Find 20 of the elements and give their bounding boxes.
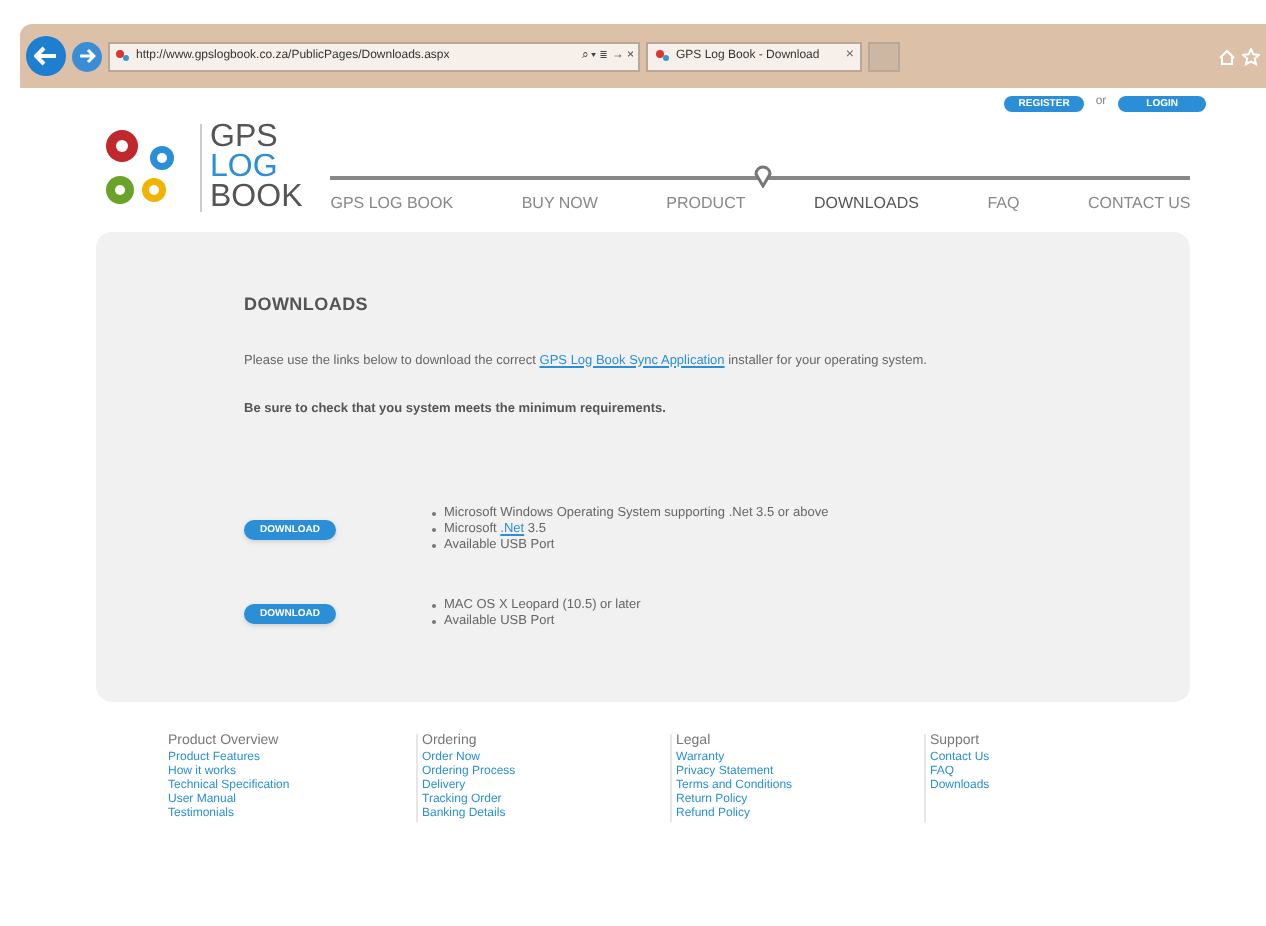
logo-text: BOOK	[210, 182, 303, 212]
site-icon	[114, 48, 130, 64]
map-pin-icon	[754, 164, 773, 188]
star-icon[interactable]	[1242, 47, 1260, 65]
nav-link[interactable]: GPS LOG BOOK	[330, 192, 454, 216]
logo-text: LOG	[210, 152, 278, 182]
nav-link[interactable]: PRODUCT	[666, 192, 746, 216]
arrow-right-icon	[78, 48, 96, 64]
nav-link[interactable]: BUY NOW	[521, 192, 598, 216]
new-tab-button[interactable]	[868, 41, 900, 71]
logo-text: GPS	[210, 122, 280, 152]
nav-link[interactable]: DOWNLOADS	[813, 192, 919, 216]
section-heading: DOWNLOADS	[244, 292, 371, 318]
site-icon	[654, 48, 670, 64]
back-button[interactable]	[26, 36, 66, 76]
nav-link[interactable]: FAQ	[987, 192, 1020, 216]
arrow-left-icon	[34, 46, 58, 66]
forward-button[interactable]	[72, 41, 102, 71]
home-icon[interactable]	[1218, 47, 1236, 65]
nav-link[interactable]: CONTACT US	[1087, 192, 1191, 216]
